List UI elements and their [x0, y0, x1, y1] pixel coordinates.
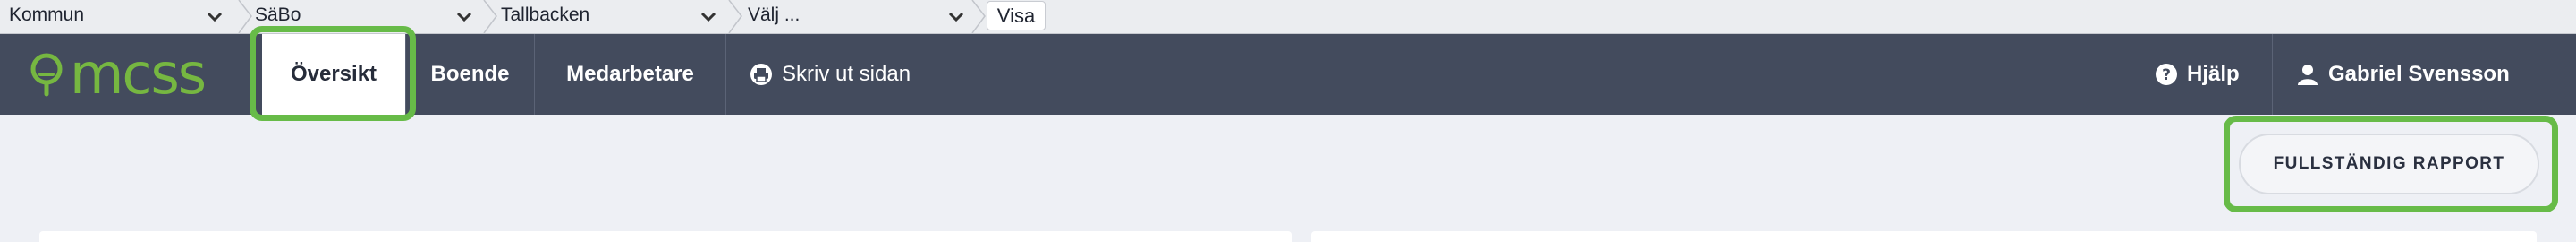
- help-link[interactable]: ? Hjälp: [2155, 34, 2240, 115]
- tab-medarbetare[interactable]: Medarbetare: [535, 34, 725, 115]
- user-name: Gabriel Svensson: [2328, 62, 2510, 86]
- nav-divider: [725, 34, 726, 115]
- print-icon: [750, 64, 772, 85]
- user-icon: [2298, 65, 2318, 85]
- highlight-frame-report: [2224, 116, 2558, 212]
- logo-text: mcss: [70, 41, 207, 107]
- chevron-down-icon: [700, 12, 716, 22]
- breadcrumb-kommun-label: Kommun: [9, 4, 85, 25]
- mcss-logo[interactable]: mcss: [29, 41, 207, 107]
- user-menu[interactable]: Gabriel Svensson: [2296, 34, 2510, 115]
- content-panel-left: [39, 231, 1292, 242]
- breadcrumb-kommun[interactable]: Kommun: [0, 0, 233, 33]
- content-panel-right: [1311, 231, 2537, 242]
- tab-boende[interactable]: Boende: [406, 34, 534, 115]
- chevron-down-icon: [207, 12, 223, 22]
- highlight-frame-oversikt: [250, 26, 416, 121]
- print-page-label: Skriv ut sidan: [782, 62, 911, 86]
- svg-text:?: ?: [2162, 66, 2171, 84]
- chevron-down-icon: [456, 12, 472, 22]
- breadcrumb-separator-icon: [728, 0, 742, 33]
- nav-divider: [2272, 34, 2273, 115]
- breadcrumb-select[interactable]: Välj ...: [745, 0, 982, 33]
- print-page-link[interactable]: Skriv ut sidan: [750, 34, 911, 115]
- logo-mark-icon: [30, 53, 63, 97]
- tab-boende-label: Boende: [430, 62, 510, 86]
- breadcrumb-tallbacken-label: Tallbacken: [501, 4, 590, 25]
- help-icon: ?: [2156, 64, 2177, 85]
- breadcrumb-select-label: Välj ...: [748, 4, 801, 25]
- breadcrumb-tallbacken[interactable]: Tallbacken: [499, 0, 729, 33]
- show-button[interactable]: Visa: [987, 1, 1046, 30]
- breadcrumb-sabo-label: SäBo: [255, 4, 301, 25]
- tab-medarbetare-label: Medarbetare: [566, 62, 694, 86]
- chevron-down-icon: [948, 12, 964, 22]
- help-label: Hjälp: [2187, 62, 2240, 86]
